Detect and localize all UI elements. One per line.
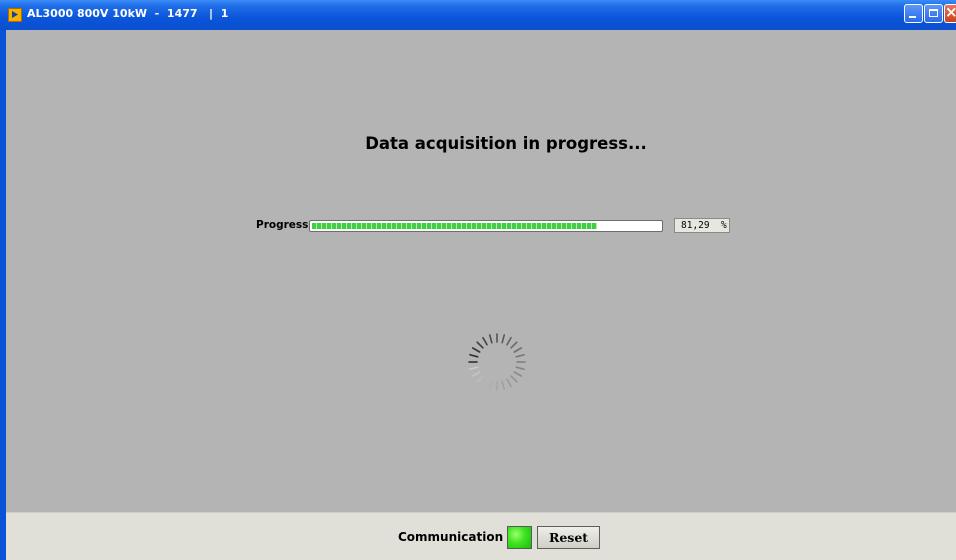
- progress-bar: [309, 220, 663, 232]
- spinner-tick: [510, 341, 518, 349]
- spinner-tick: [513, 347, 523, 353]
- status-heading: Data acquisition in progress...: [365, 134, 647, 153]
- progress-bar-fill: [312, 223, 597, 229]
- spinner-tick: [506, 378, 512, 388]
- title-bar[interactable]: AL3000 800V 10kW - 1477 | 1: [0, 0, 956, 30]
- spinner-tick: [476, 375, 484, 383]
- client-area: Data acquisition in progress... Progress…: [6, 30, 956, 560]
- minimize-icon[interactable]: [904, 4, 923, 23]
- spinner-tick: [471, 347, 481, 353]
- app-window: AL3000 800V 10kW - 1477 | 1 Data acquisi…: [0, 0, 956, 560]
- spinner-tick: [510, 375, 518, 383]
- spinner-tick: [482, 378, 488, 388]
- communication-led-indicator: [507, 526, 532, 549]
- communication-label: Communication: [398, 530, 504, 544]
- labview-app-icon[interactable]: [8, 8, 22, 22]
- spinner-tick: [471, 371, 481, 377]
- progress-label: Progress: [256, 219, 309, 231]
- reset-button[interactable]: Reset: [537, 526, 600, 549]
- spinner-tick: [515, 366, 525, 371]
- spinner-tick: [506, 336, 512, 346]
- maximize-icon[interactable]: [924, 4, 943, 23]
- spinner-tick: [488, 334, 493, 344]
- spinner-tick: [513, 371, 523, 377]
- spinner-tick: [488, 380, 493, 390]
- window-title: AL3000 800V 10kW - 1477 | 1: [27, 7, 229, 20]
- spinner-tick: [515, 353, 525, 358]
- spinner-tick: [482, 336, 488, 346]
- close-icon[interactable]: [944, 3, 956, 23]
- progress-percent-display: 81,29 %: [674, 218, 730, 233]
- spinner-tick: [501, 334, 506, 344]
- spinner-tick: [501, 380, 506, 390]
- status-footer: Communication Reset: [6, 512, 956, 560]
- busy-spinner-icon: [468, 333, 526, 391]
- spinner-tick: [469, 366, 479, 371]
- spinner-tick: [476, 341, 484, 349]
- main-panel: Data acquisition in progress... Progress…: [6, 30, 956, 512]
- spinner-tick: [469, 353, 479, 358]
